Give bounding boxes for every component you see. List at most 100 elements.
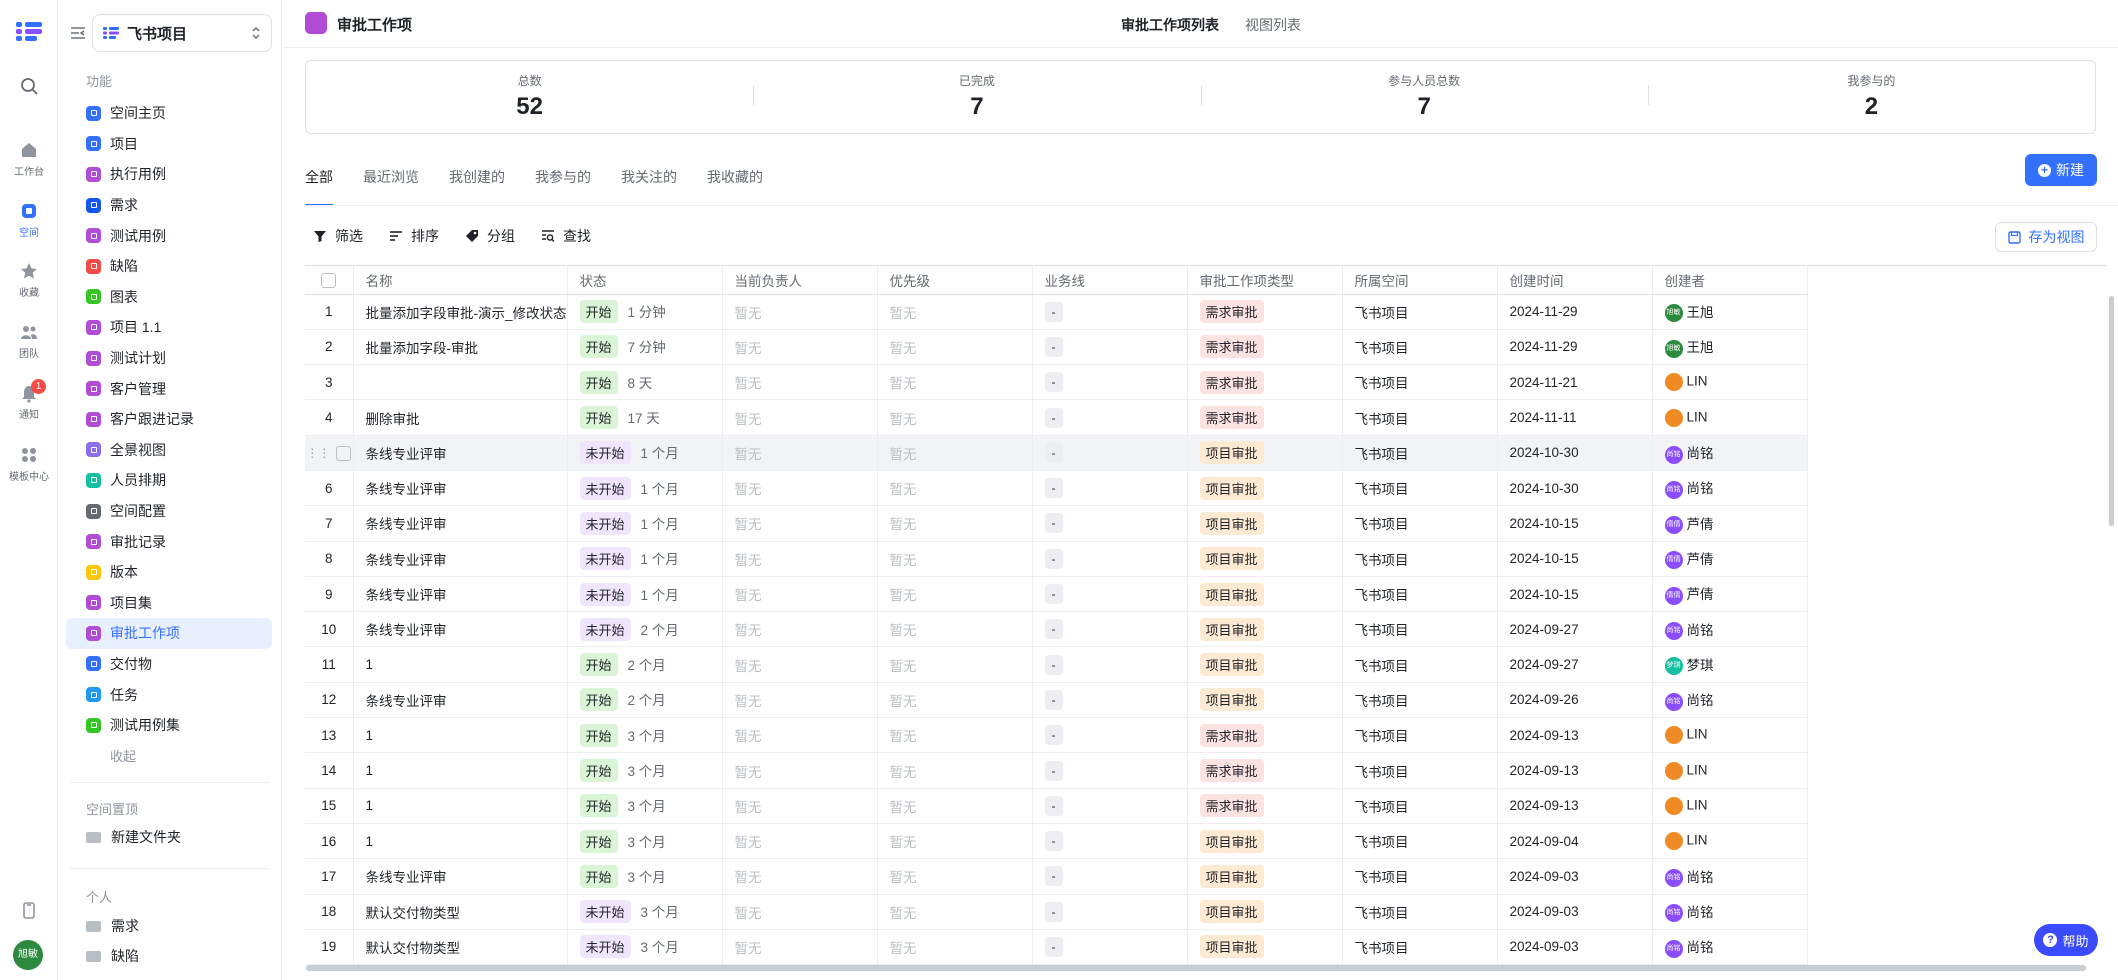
- business-line-cell[interactable]: -: [1032, 752, 1188, 789]
- owner-cell[interactable]: 暂无: [722, 858, 878, 895]
- business-line-cell[interactable]: -: [1032, 435, 1188, 471]
- sidebar-item[interactable]: 审批记录: [66, 526, 272, 557]
- type-cell[interactable]: 项目审批: [1187, 470, 1343, 507]
- type-cell[interactable]: 项目审批: [1187, 858, 1343, 895]
- collapse-button[interactable]: 收起: [66, 740, 272, 771]
- new-button[interactable]: + 新建: [2025, 154, 2097, 186]
- priority-cell[interactable]: 暂无: [877, 646, 1033, 683]
- priority-cell[interactable]: 暂无: [877, 364, 1033, 401]
- type-cell[interactable]: 需求审批: [1187, 329, 1343, 366]
- row-index-cell[interactable]: 12: [305, 682, 354, 719]
- space-cell[interactable]: 飞书项目: [1342, 682, 1498, 719]
- sidebar-item[interactable]: 任务: [66, 679, 272, 710]
- space-cell[interactable]: 飞书项目: [1342, 294, 1498, 330]
- status-cell[interactable]: 开始 8 天: [567, 364, 723, 401]
- rail-workbench[interactable]: 工作台: [0, 140, 58, 178]
- creator-cell[interactable]: LIN: [1652, 788, 1808, 824]
- space-cell[interactable]: 飞书项目: [1342, 788, 1498, 824]
- type-cell[interactable]: 项目审批: [1187, 576, 1343, 613]
- name-cell[interactable]: 1: [353, 823, 568, 860]
- sidebar-item[interactable]: 空间主页: [66, 98, 272, 129]
- filter-tab-created[interactable]: 我创建的: [449, 168, 505, 206]
- business-line-cell[interactable]: -: [1032, 399, 1188, 436]
- row-index-cell[interactable]: 9: [305, 576, 354, 613]
- space-cell[interactable]: 飞书项目: [1342, 364, 1498, 401]
- drag-handle-icon[interactable]: ⋮⋮: [306, 446, 330, 460]
- space-cell[interactable]: 飞书项目: [1342, 929, 1498, 966]
- table-row[interactable]: 9 条线专业评审 未开始 1 个月 暂无 暂无 - 项目审批 飞书项目 2024-10-15 倩倩芦…: [305, 576, 1808, 613]
- row-index-cell[interactable]: 15: [305, 788, 354, 824]
- status-cell[interactable]: 开始 3 个月: [567, 858, 723, 895]
- name-cell[interactable]: 条线专业评审: [353, 682, 568, 719]
- sidebar-item[interactable]: 需求: [66, 190, 272, 221]
- business-line-cell[interactable]: -: [1032, 541, 1188, 577]
- find-button[interactable]: 查找: [541, 226, 591, 246]
- priority-cell[interactable]: 暂无: [877, 505, 1033, 542]
- tab-view-list[interactable]: 视图列表: [1245, 15, 1301, 35]
- row-index-cell[interactable]: 3: [305, 364, 354, 401]
- space-cell[interactable]: 飞书项目: [1342, 505, 1498, 542]
- save-view-button[interactable]: 存为视图: [1995, 222, 2097, 252]
- type-cell[interactable]: 需求审批: [1187, 294, 1343, 330]
- priority-cell[interactable]: 暂无: [877, 894, 1033, 930]
- creator-cell[interactable]: 旭敏 王旭: [1652, 294, 1808, 330]
- space-cell[interactable]: 飞书项目: [1342, 894, 1498, 930]
- business-line-cell[interactable]: -: [1032, 858, 1188, 895]
- project-selector[interactable]: 飞书项目: [92, 14, 272, 52]
- creator-cell[interactable]: 倩倩 芦倩: [1652, 541, 1808, 577]
- priority-cell[interactable]: 暂无: [877, 435, 1033, 471]
- table-row[interactable]: 3 开始 8 天暂无 暂无 - 需求审批 飞书项目 2024-11-21 LIN: [305, 364, 1808, 401]
- priority-cell[interactable]: 暂无: [877, 576, 1033, 613]
- sidebar-item[interactable]: 测试用例: [66, 220, 272, 251]
- priority-cell[interactable]: 暂无: [877, 541, 1033, 577]
- owner-cell[interactable]: 暂无: [722, 682, 878, 719]
- business-line-cell[interactable]: -: [1032, 611, 1188, 648]
- row-index-cell[interactable]: 8: [305, 541, 354, 577]
- group-button[interactable]: 分组: [465, 226, 515, 246]
- sidebar-item[interactable]: 全景视图: [66, 435, 272, 466]
- creator-cell[interactable]: 旭敏 王旭: [1652, 329, 1808, 366]
- sidebar-item[interactable]: 测试计划: [66, 343, 272, 374]
- row-checkbox[interactable]: [336, 445, 352, 461]
- row-index-cell[interactable]: 11: [305, 646, 354, 683]
- name-cell[interactable]: 条线专业评审: [353, 470, 568, 507]
- priority-cell[interactable]: 暂无: [877, 788, 1033, 824]
- name-cell[interactable]: 条线专业评审: [353, 435, 568, 471]
- space-cell[interactable]: 飞书项目: [1342, 611, 1498, 648]
- type-cell[interactable]: 需求审批: [1187, 399, 1343, 436]
- status-cell[interactable]: 未开始 1 个月: [567, 541, 723, 577]
- status-cell[interactable]: 未开始 1 个月: [567, 470, 723, 507]
- help-button[interactable]: ? 帮助: [2034, 924, 2098, 956]
- status-cell[interactable]: 开始 2 个月: [567, 682, 723, 719]
- sidebar-item[interactable]: 执行用例: [66, 159, 272, 190]
- rail-favorites[interactable]: 收藏: [0, 261, 58, 299]
- priority-cell[interactable]: 暂无: [877, 823, 1033, 860]
- creator-cell[interactable]: 尚铭 尚铭: [1652, 929, 1808, 966]
- owner-cell[interactable]: 暂无: [722, 505, 878, 542]
- creator-cell[interactable]: 尚铭 尚铭: [1652, 858, 1808, 895]
- type-cell[interactable]: 项目审批: [1187, 894, 1343, 930]
- column-header-name[interactable]: 名称: [353, 266, 568, 295]
- business-line-cell[interactable]: -: [1032, 823, 1188, 860]
- creator-cell[interactable]: 尚铭 尚铭: [1652, 682, 1808, 719]
- row-index-cell[interactable]: 2: [305, 329, 354, 366]
- owner-cell[interactable]: 暂无: [722, 470, 878, 507]
- collapse-sidebar-icon[interactable]: [70, 26, 86, 40]
- sidebar-item[interactable]: 版本: [66, 557, 272, 588]
- type-cell[interactable]: 项目审批: [1187, 505, 1343, 542]
- sidebar-item[interactable]: 测试用例集: [66, 710, 272, 741]
- app-logo-icon[interactable]: [14, 20, 44, 42]
- status-cell[interactable]: 未开始 1 个月: [567, 576, 723, 613]
- sidebar-item[interactable]: 缺陷: [66, 251, 272, 282]
- sidebar-item[interactable]: 图表: [66, 282, 272, 313]
- sidebar-item[interactable]: 客户跟进记录: [66, 404, 272, 435]
- owner-cell[interactable]: 暂无: [722, 646, 878, 683]
- owner-cell[interactable]: 暂无: [722, 823, 878, 860]
- column-header-type[interactable]: 审批工作项类型: [1187, 266, 1343, 295]
- sort-button[interactable]: 排序: [389, 226, 439, 246]
- sidebar-item[interactable]: 审批工作项: [66, 618, 272, 649]
- table-row[interactable]: 15 1 开始 3 个月 暂无 暂无 - 需求审批 飞书项目 2024-09-13 LIN: [305, 788, 1808, 824]
- filter-tab-recent[interactable]: 最近浏览: [363, 168, 419, 206]
- priority-cell[interactable]: 暂无: [877, 399, 1033, 436]
- space-cell[interactable]: 飞书项目: [1342, 329, 1498, 366]
